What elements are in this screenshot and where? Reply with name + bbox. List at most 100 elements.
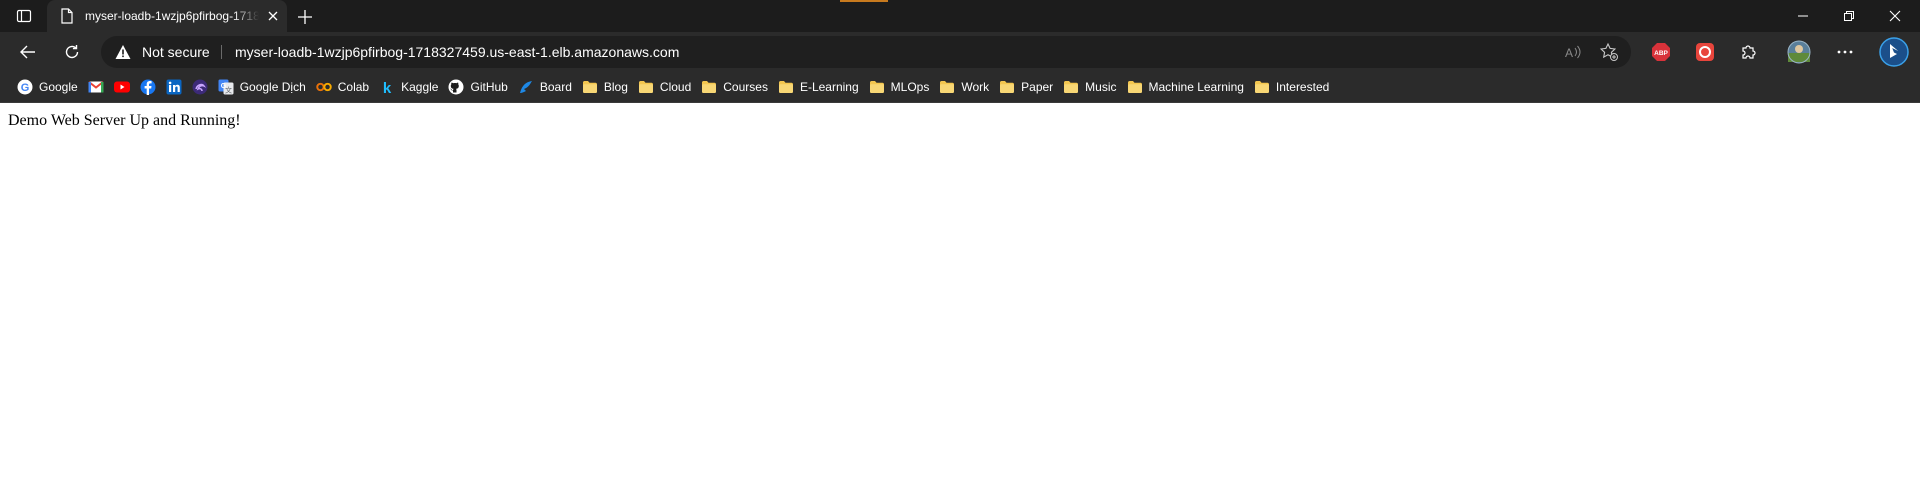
bookmark-label: E-Learning xyxy=(799,80,859,94)
bookmark-folder-work[interactable]: Work xyxy=(934,75,994,99)
security-status[interactable]: Not secure xyxy=(142,44,210,60)
bookmark-folder-music[interactable]: Music xyxy=(1058,75,1121,99)
bookmark-folder-paper[interactable]: Paper xyxy=(994,75,1058,99)
close-window-button[interactable] xyxy=(1872,0,1918,32)
kaggle-icon: k xyxy=(379,79,395,95)
bookmark-board[interactable]: Board xyxy=(513,75,577,99)
svg-text:A: A xyxy=(1565,46,1573,60)
bookmark-label: Interested xyxy=(1275,80,1330,94)
bookmark-label: Cloud xyxy=(659,80,692,94)
page-message: Demo Web Server Up and Running! xyxy=(8,112,241,129)
warning-icon xyxy=(115,45,131,59)
svg-text:k: k xyxy=(383,80,392,95)
bookmark-extension[interactable] xyxy=(187,75,213,99)
bookmark-folder-interested[interactable]: Interested xyxy=(1249,75,1334,99)
folder-icon xyxy=(582,79,598,95)
restore-icon xyxy=(1844,11,1854,21)
tab-actions-icon xyxy=(16,9,32,23)
bookmark-kaggle[interactable]: k Kaggle xyxy=(374,75,443,99)
bookmark-google[interactable]: G Google xyxy=(12,75,83,99)
profile-button[interactable] xyxy=(1785,38,1813,66)
bookmark-label: Google xyxy=(39,80,78,94)
record-icon xyxy=(1696,43,1714,61)
folder-icon xyxy=(869,79,885,95)
refresh-button[interactable] xyxy=(58,38,86,66)
bookmark-label: GitHub xyxy=(470,80,508,94)
tab-title: myser-loadb-1wzjp6pfirbog-1718327459.us-… xyxy=(85,9,259,23)
bookmark-label: Kaggle xyxy=(401,80,439,94)
bookmark-linkedin[interactable] xyxy=(161,75,187,99)
back-arrow-icon xyxy=(20,45,35,59)
bookmarks-bar: G Google G文 Google Dịch Colab k Kaggle G… xyxy=(0,72,1920,103)
folder-icon xyxy=(638,79,654,95)
bookmark-facebook[interactable] xyxy=(135,75,161,99)
record-extension-button[interactable] xyxy=(1691,38,1719,66)
bookmark-folder-machine-learning[interactable]: Machine Learning xyxy=(1122,75,1249,99)
read-aloud-icon[interactable]: A xyxy=(1563,42,1583,62)
navigation-bar: Not secure myser-loadb-1wzjp6pfirbog-171… xyxy=(0,32,1920,72)
svg-text:文: 文 xyxy=(225,86,232,95)
bookmark-label: Music xyxy=(1085,80,1117,94)
adblock-extension-button[interactable]: ABP xyxy=(1647,38,1675,66)
more-icon xyxy=(1837,50,1853,54)
tab-actions-button[interactable] xyxy=(10,6,38,26)
folder-icon xyxy=(778,79,794,95)
board-icon xyxy=(518,79,534,95)
colab-icon xyxy=(316,79,332,95)
back-button[interactable] xyxy=(14,38,42,66)
bookmark-label: Blog xyxy=(603,80,628,94)
bookmark-label: Board xyxy=(539,80,572,94)
bookmark-label: Google Dịch xyxy=(239,80,306,94)
bookmark-colab[interactable]: Colab xyxy=(311,75,374,99)
tab-active[interactable]: myser-loadb-1wzjp6pfirbog-1718327459.us-… xyxy=(47,0,287,32)
close-icon xyxy=(1889,10,1901,22)
page-icon xyxy=(59,8,75,24)
new-tab-button[interactable] xyxy=(294,6,316,28)
folder-icon xyxy=(939,79,955,95)
gmail-icon xyxy=(88,79,104,95)
google-translate-icon: G文 xyxy=(218,79,234,95)
linkedin-icon xyxy=(166,79,182,95)
title-bar-accent xyxy=(840,0,888,2)
minimize-icon xyxy=(1798,15,1808,17)
bing-icon xyxy=(1879,37,1909,67)
add-favorite-icon[interactable] xyxy=(1599,42,1619,62)
google-icon: G xyxy=(17,79,33,95)
bookmark-folder-courses[interactable]: Courses xyxy=(696,75,773,99)
puzzle-icon xyxy=(1742,45,1756,59)
bookmark-folder-mlops[interactable]: MLOps xyxy=(864,75,935,99)
bookmark-github[interactable]: GitHub xyxy=(443,75,512,99)
github-icon xyxy=(448,79,464,95)
address-bar[interactable]: Not secure myser-loadb-1wzjp6pfirbog-171… xyxy=(101,36,1631,68)
bookmark-label: Work xyxy=(961,80,990,94)
folder-icon xyxy=(1254,79,1270,95)
title-bar: myser-loadb-1wzjp6pfirbog-1718327459.us-… xyxy=(0,0,1920,32)
facebook-icon xyxy=(140,79,156,95)
restore-button[interactable] xyxy=(1826,0,1872,32)
adblock-icon: ABP xyxy=(1652,43,1670,61)
bookmark-label: Courses xyxy=(723,80,768,94)
bookmark-youtube[interactable] xyxy=(109,75,135,99)
minimize-button[interactable] xyxy=(1780,0,1826,32)
extensions-button[interactable] xyxy=(1735,38,1763,66)
bookmark-gmail[interactable] xyxy=(83,75,109,99)
bookmark-label: Machine Learning xyxy=(1148,80,1244,94)
bookmark-label: MLOps xyxy=(890,80,930,94)
folder-icon xyxy=(999,79,1015,95)
extension-swirl-icon xyxy=(192,79,208,95)
bookmark-folder-cloud[interactable]: Cloud xyxy=(633,75,696,99)
bookmark-label: Paper xyxy=(1021,80,1054,94)
bookmark-label: Colab xyxy=(337,80,370,94)
bookmark-folder-e-learning[interactable]: E-Learning xyxy=(773,75,864,99)
folder-icon xyxy=(701,79,717,95)
copilot-button[interactable] xyxy=(1877,35,1911,69)
bookmark-folder-blog[interactable]: Blog xyxy=(577,75,633,99)
youtube-icon xyxy=(113,79,130,95)
url-text[interactable]: myser-loadb-1wzjp6pfirbog-1718327459.us-… xyxy=(235,44,679,60)
address-separator xyxy=(221,45,222,59)
refresh-icon xyxy=(65,45,79,59)
svg-text:ABP: ABP xyxy=(1654,50,1668,57)
bookmark-google-translate[interactable]: G文 Google Dịch xyxy=(213,75,311,99)
more-options-button[interactable] xyxy=(1831,38,1859,66)
tab-close-icon[interactable] xyxy=(263,6,283,26)
